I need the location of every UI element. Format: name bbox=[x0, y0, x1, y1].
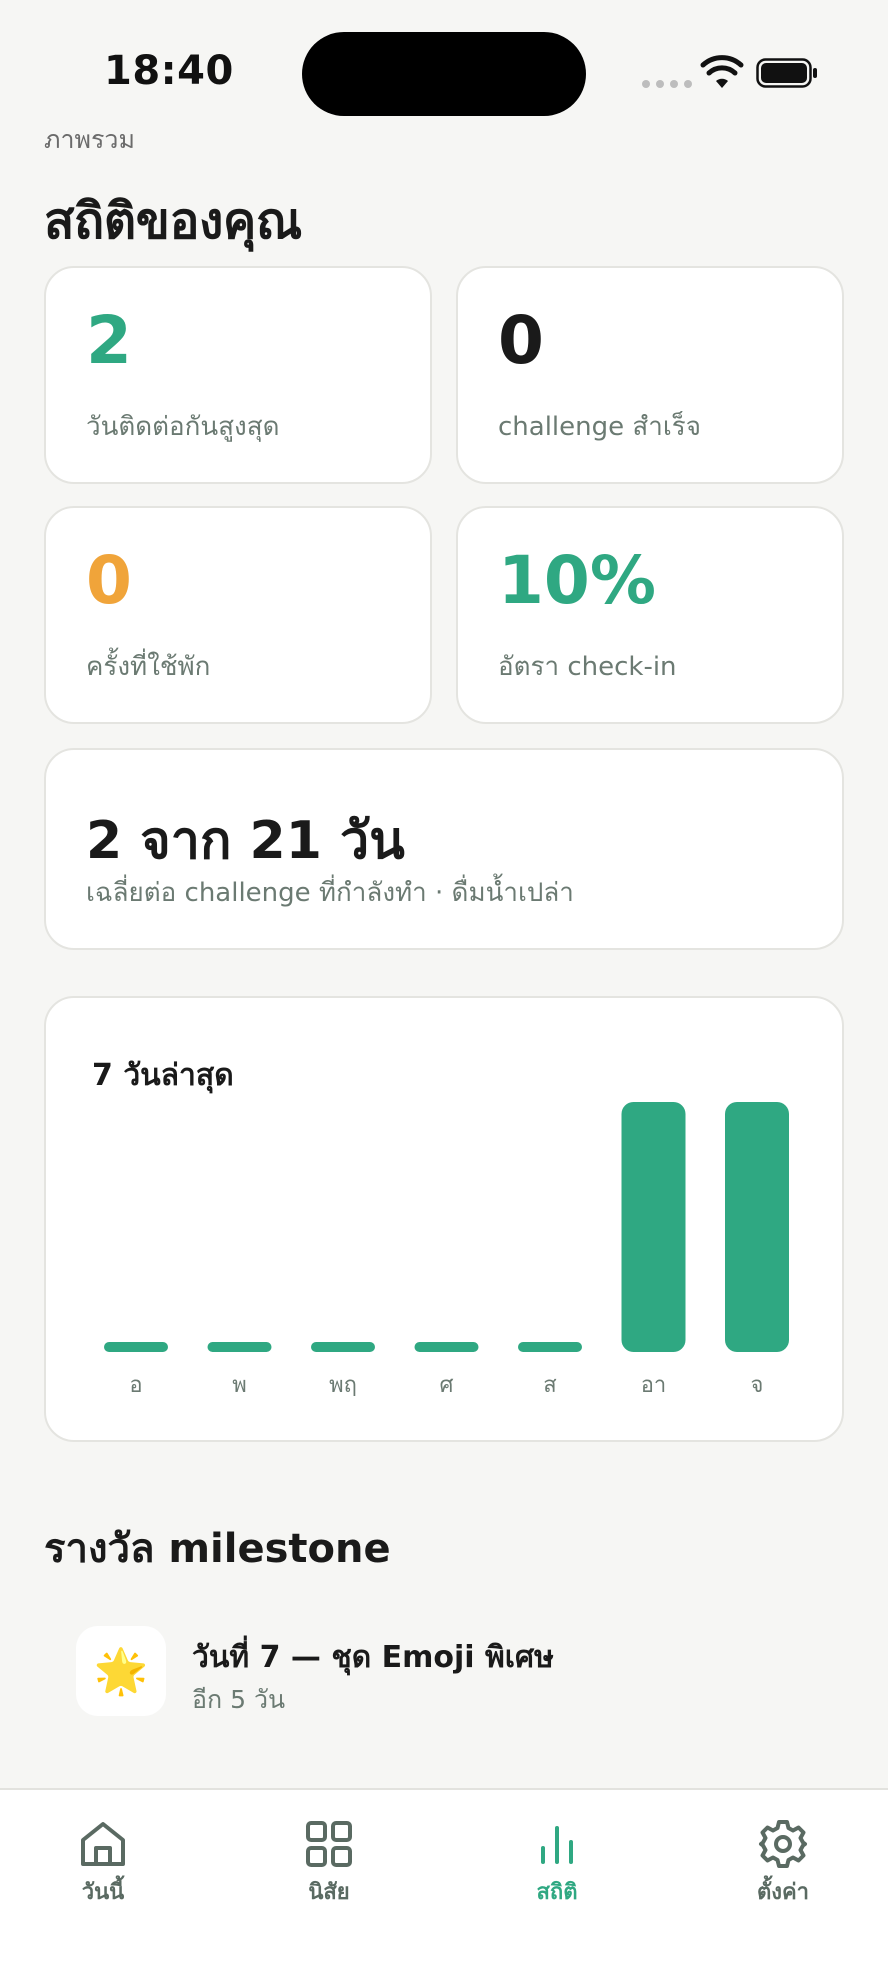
milestone-section-title: รางวัล milestone bbox=[44, 1526, 391, 1572]
tab-bar: วันนี้ นิสัย สถิติ ตั้งค่า bbox=[0, 1788, 888, 1978]
stat-value: 0 bbox=[498, 302, 544, 379]
stat-card-challenges-completed: 0 challenge สำเร็จ bbox=[456, 266, 844, 484]
stat-label: อัตรา check-in bbox=[498, 652, 677, 682]
bar-chart-icon bbox=[541, 1826, 573, 1864]
tab-label: ตั้งค่า bbox=[756, 1880, 810, 1905]
tab-label: วันนี้ bbox=[81, 1880, 125, 1905]
chart-bar-2 bbox=[207, 1342, 272, 1352]
stat-value: 2 bbox=[86, 302, 132, 379]
tab-today[interactable]: วันนี้ bbox=[38, 1818, 168, 1909]
average-card: 2 จาก 21 วัน เฉลี่ยต่อ challenge ที่กำลั… bbox=[44, 748, 844, 950]
status-time: 18:40 bbox=[104, 48, 234, 94]
chart-bar-3 bbox=[311, 1342, 375, 1352]
bar-chart: อ พ พฤ ศ ส อา จ bbox=[104, 1102, 789, 1398]
stat-label: ครั้งที่ใช้พัก bbox=[86, 652, 211, 682]
status-bar: 18:40 bbox=[0, 0, 888, 130]
battery-icon bbox=[756, 58, 817, 88]
stat-card-breaks-used: 0 ครั้งที่ใช้พัก bbox=[44, 506, 432, 724]
stat-label: challenge สำเร็จ bbox=[498, 412, 701, 442]
milestone-name: วันที่ 7 — ชุด Emoji พิเศษ bbox=[192, 1640, 554, 1675]
tab-label: นิสัย bbox=[308, 1880, 350, 1905]
chart-tick-label: พฤ bbox=[329, 1373, 357, 1398]
chart-bar-4 bbox=[414, 1342, 479, 1352]
stat-value: 10% bbox=[498, 542, 656, 619]
stat-card-checkin-rate: 10% อัตรา check-in bbox=[456, 506, 844, 724]
stat-card-longest-streak: 2 วันติดต่อกันสูงสุด bbox=[44, 266, 432, 484]
grid-icon bbox=[306, 1821, 352, 1867]
chart-bar-1 bbox=[104, 1342, 168, 1352]
section-label: ภาพรวม bbox=[44, 125, 135, 154]
tab-label: สถิติ bbox=[536, 1880, 578, 1905]
chart-tick-label: จ bbox=[751, 1373, 764, 1398]
cellular-signal-icon bbox=[642, 80, 692, 88]
average-subtitle: เฉลี่ยต่อ challenge ที่กำลังทำ · ดื่มน้ำ… bbox=[86, 878, 574, 908]
milestone-item: 🌟 วันที่ 7 — ชุด Emoji พิเศษ อีก 5 วัน bbox=[76, 1626, 796, 1718]
page-header: ภาพรวม สถิติของคุณ bbox=[44, 120, 302, 261]
average-value: 2 จาก 21 วัน bbox=[86, 811, 405, 871]
home-icon bbox=[81, 1822, 125, 1866]
tab-habits[interactable]: นิสัย bbox=[264, 1818, 394, 1909]
wifi-icon bbox=[700, 55, 744, 88]
chart-tick-label: ศ bbox=[440, 1373, 454, 1398]
gear-icon bbox=[759, 1820, 807, 1868]
chart-card: 7 วันล่าสุด อพพฤศสอาจ bbox=[44, 996, 844, 1442]
chart-tick-label: อา bbox=[641, 1373, 667, 1398]
chart-bar-6 bbox=[621, 1102, 686, 1352]
stat-value: 0 bbox=[86, 542, 132, 619]
stat-label: วันติดต่อกันสูงสุด bbox=[86, 412, 280, 442]
page-title: สถิติของคุณ bbox=[44, 192, 302, 250]
milestone-remaining: อีก 5 วัน bbox=[192, 1685, 286, 1714]
chart-tick-label: อ bbox=[129, 1373, 142, 1398]
tab-settings[interactable]: ตั้งค่า bbox=[718, 1818, 848, 1909]
chart-tick-label: ส bbox=[543, 1373, 557, 1398]
chart-tick-label: พ bbox=[232, 1373, 247, 1398]
chart-bar-7 bbox=[725, 1102, 789, 1352]
chart-bar-5 bbox=[518, 1342, 582, 1352]
star-icon: 🌟 bbox=[76, 1626, 166, 1716]
dynamic-island bbox=[302, 32, 586, 116]
tab-stats[interactable]: สถิติ bbox=[492, 1818, 622, 1909]
